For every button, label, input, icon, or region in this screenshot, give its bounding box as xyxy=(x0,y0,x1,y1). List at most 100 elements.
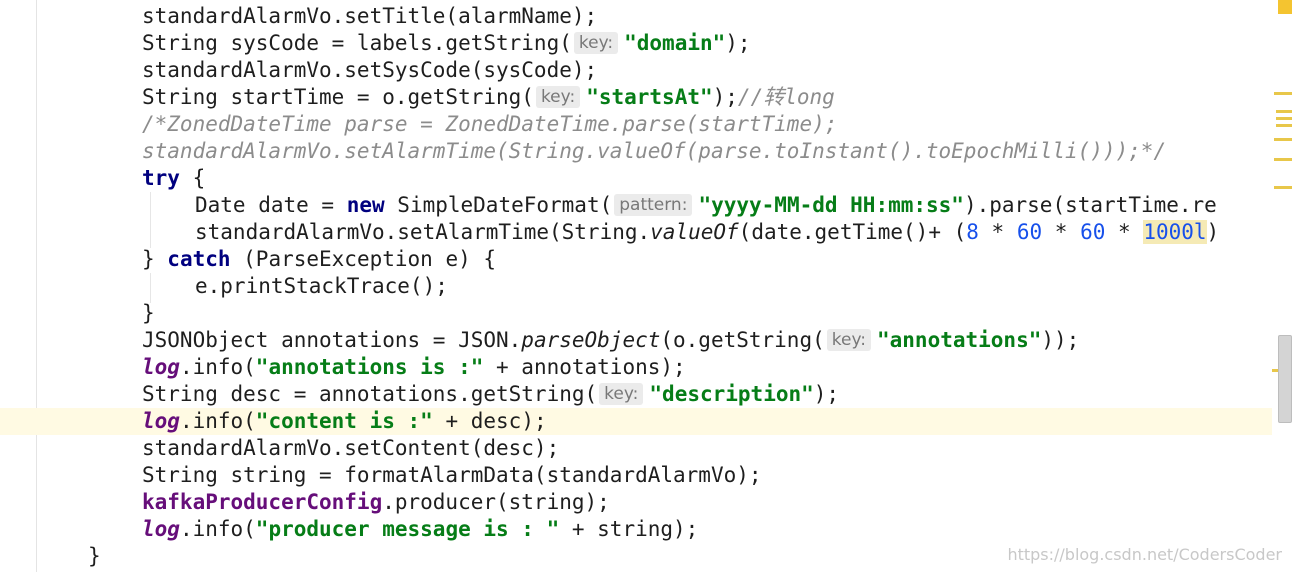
code-text: String desc = annotations.getString(key:… xyxy=(142,381,839,408)
code-text: JSONObject annotations = JSON.parseObjec… xyxy=(142,327,1079,354)
code-line-current[interactable]: log.info("content is :" + desc); xyxy=(0,408,1272,435)
code-token: 60 xyxy=(1016,220,1043,244)
code-token: ); xyxy=(725,31,751,55)
keyword: catch xyxy=(167,247,231,271)
code-editor[interactable]: standardAlarmVo.setTitle(alarmName); Str… xyxy=(0,0,1272,572)
code-line[interactable]: standardAlarmVo.setTitle(alarmName); xyxy=(0,3,1272,30)
code-token: * xyxy=(1042,220,1081,244)
code-token: (ParseException e) { xyxy=(230,247,497,271)
string-literal: "yyyy-MM-dd HH:mm:ss" xyxy=(698,193,964,217)
parameter-hint: pattern: xyxy=(614,194,693,216)
code-line[interactable]: try { xyxy=(0,165,1272,192)
code-line[interactable]: log.info("annotations is :" + annotation… xyxy=(0,354,1272,381)
code-token: valueOf xyxy=(650,220,739,244)
code-token: String startTime = o.getString( xyxy=(142,85,534,109)
comment: standardAlarmVo.setAlarmTime(String.valu… xyxy=(142,139,1167,163)
code-line[interactable]: JSONObject annotations = JSON.parseObjec… xyxy=(0,327,1272,354)
comment: //转long xyxy=(737,85,835,109)
code-text: } xyxy=(142,300,155,327)
comment: /*ZonedDateTime parse = ZonedDateTime.pa… xyxy=(142,112,838,136)
code-text: standardAlarmVo.setSysCode(sysCode); xyxy=(142,57,597,84)
code-token: } xyxy=(142,247,168,271)
code-token: .producer(string); xyxy=(382,490,610,514)
code-text: /*ZonedDateTime parse = ZonedDateTime.pa… xyxy=(142,111,837,138)
warning-indicator-icon[interactable] xyxy=(1278,0,1292,14)
error-stripe-mark[interactable] xyxy=(1274,92,1292,95)
code-token: standardAlarmVo.setSysCode(sysCode); xyxy=(142,58,598,82)
code-line[interactable]: String sysCode = labels.getString(key: "d… xyxy=(0,30,1272,57)
code-token: + desc); xyxy=(432,409,547,433)
code-token: ) xyxy=(1206,220,1220,244)
error-stripe-mark[interactable] xyxy=(1274,138,1292,141)
code-line[interactable]: } xyxy=(0,300,1272,327)
code-token: JSONObject annotations = JSON. xyxy=(142,328,522,352)
code-text: log.info("producer message is : " + stri… xyxy=(142,516,698,543)
parameter-hint: key: xyxy=(573,32,619,54)
code-token: kafkaProducerConfig xyxy=(142,490,383,514)
code-token: 8 xyxy=(966,220,979,244)
code-text: standardAlarmVo.setAlarmTime(String.valu… xyxy=(195,219,1219,246)
code-token: ); xyxy=(712,85,738,109)
code-token: } xyxy=(142,301,155,325)
code-text: String sysCode = labels.getString(key: "d… xyxy=(142,30,751,57)
code-token: )); xyxy=(1041,328,1080,352)
code-line[interactable]: log.info("producer message is : " + stri… xyxy=(0,516,1272,543)
code-token: SimpleDateFormat( xyxy=(384,193,613,217)
code-token: * xyxy=(1105,220,1144,244)
parameter-hint: key: xyxy=(599,383,644,405)
scroll-thumb[interactable] xyxy=(1278,335,1292,423)
code-text: log.info("content is :" + desc); xyxy=(142,408,547,435)
string-literal: "annotations is :" xyxy=(255,355,484,379)
code-text: Date date = new SimpleDateFormat(pattern… xyxy=(195,192,1217,219)
code-token: (o.getString( xyxy=(660,328,825,352)
error-stripe-mark[interactable] xyxy=(1276,117,1292,120)
error-stripe-mark[interactable] xyxy=(1274,186,1292,189)
code-line[interactable]: String desc = annotations.getString(key:… xyxy=(0,381,1272,408)
code-line[interactable]: } catch (ParseException e) { xyxy=(0,246,1272,273)
code-text: e.printStackTrace(); xyxy=(195,273,448,300)
keyword: try xyxy=(142,166,180,190)
parameter-hint: key: xyxy=(535,86,581,108)
code-token: 1000l xyxy=(1143,220,1207,244)
code-line[interactable]: standardAlarmVo.setAlarmTime(String.valu… xyxy=(0,138,1272,165)
code-line[interactable]: String startTime = o.getString(key: "star… xyxy=(0,84,1272,111)
watermark: https://blog.csdn.net/CodersCoder xyxy=(1007,545,1282,564)
code-token: 60 xyxy=(1080,220,1106,244)
code-text: String string = formatAlarmData(standard… xyxy=(142,462,762,489)
code-text: standardAlarmVo.setAlarmTime(String.valu… xyxy=(142,138,1166,165)
string-literal: "description" xyxy=(649,382,814,406)
code-line[interactable]: kafkaProducerConfig.producer(string); xyxy=(0,489,1272,516)
code-token: + string); xyxy=(559,517,699,541)
code-token: log xyxy=(142,409,180,433)
code-line[interactable]: standardAlarmVo.setAlarmTime(String.valu… xyxy=(0,219,1272,246)
code-token: * xyxy=(978,220,1017,244)
code-token: } xyxy=(88,544,101,568)
code-line[interactable]: Date date = new SimpleDateFormat(pattern… xyxy=(0,192,1272,219)
code-line[interactable]: String string = formatAlarmData(standard… xyxy=(0,462,1272,489)
code-text: kafkaProducerConfig.producer(string); xyxy=(142,489,610,516)
code-line[interactable]: standardAlarmVo.setContent(desc); xyxy=(0,435,1272,462)
code-token: + annotations); xyxy=(483,355,686,379)
error-stripe-mark[interactable] xyxy=(1276,110,1292,113)
code-line[interactable]: standardAlarmVo.setSysCode(sysCode); xyxy=(0,57,1272,84)
code-text: log.info("annotations is :" + annotation… xyxy=(142,354,686,381)
code-line[interactable]: /*ZonedDateTime parse = ZonedDateTime.pa… xyxy=(0,111,1272,138)
code-token: ).parse(startTime.re xyxy=(963,193,1217,217)
error-stripe-mark[interactable] xyxy=(1276,124,1292,127)
code-token: standardAlarmVo.setAlarmTime(String. xyxy=(195,220,651,244)
code-token: String sysCode = labels.getString( xyxy=(142,31,572,55)
code-token: .info( xyxy=(179,355,256,379)
code-token: { xyxy=(179,166,206,190)
editor-scrollbar[interactable] xyxy=(1272,0,1292,572)
code-text: String startTime = o.getString(key: "star… xyxy=(142,84,835,111)
string-literal: "producer message is : " xyxy=(255,517,560,541)
code-text: standardAlarmVo.setTitle(alarmName); xyxy=(142,3,597,30)
error-stripe-mark[interactable] xyxy=(1274,158,1292,161)
code-line[interactable]: e.printStackTrace(); xyxy=(0,273,1272,300)
code-token: log xyxy=(142,355,180,379)
keyword: new xyxy=(346,193,385,217)
code-token: String string = formatAlarmData(standard… xyxy=(142,463,762,487)
code-text: } xyxy=(88,543,101,570)
code-token: e.printStackTrace(); xyxy=(195,274,448,298)
code-token: .info( xyxy=(179,517,256,541)
